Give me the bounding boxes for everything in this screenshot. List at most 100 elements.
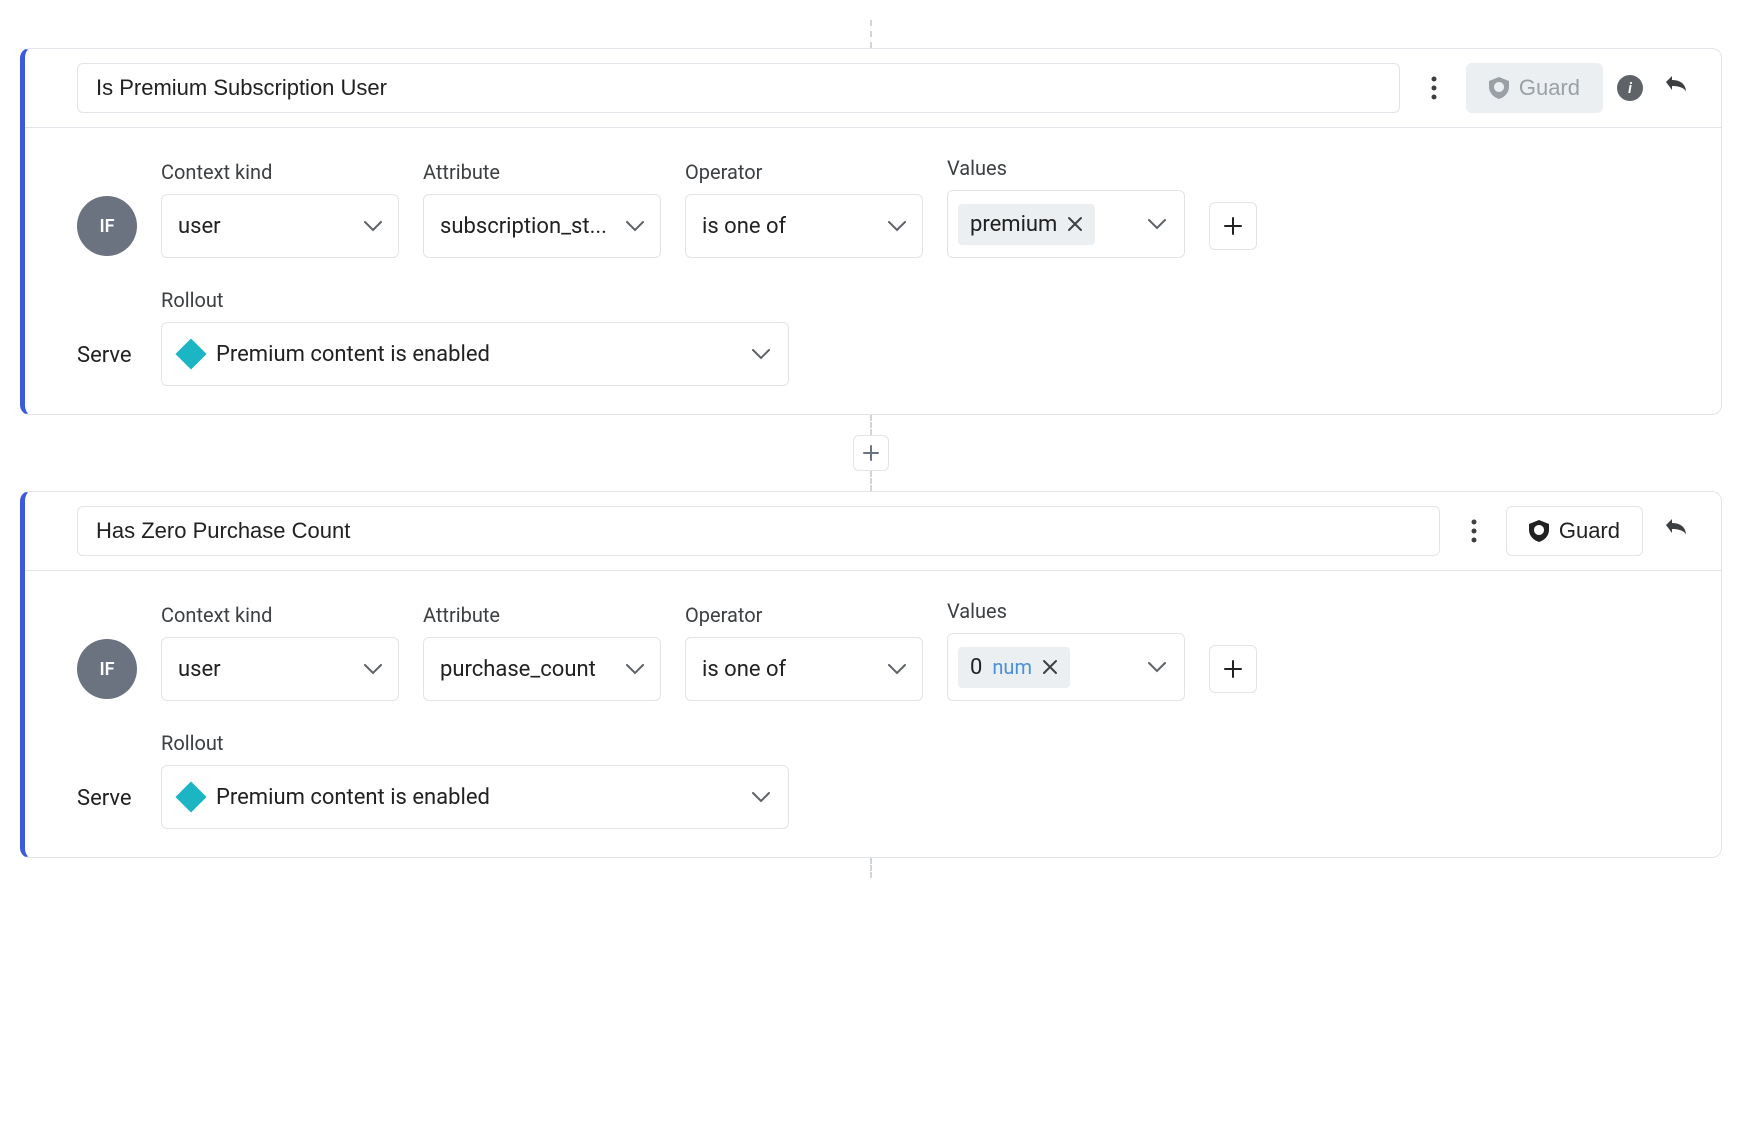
remove-value-button[interactable]: [1042, 659, 1058, 675]
serve-label: Serve: [77, 786, 137, 811]
context-kind-label: Context kind: [161, 160, 399, 184]
rule-body: IF Context kind user Attribute subscript…: [25, 128, 1721, 414]
attribute-label: Attribute: [423, 603, 661, 627]
attribute-select[interactable]: subscription_st...: [423, 194, 661, 258]
operator-select[interactable]: is one of: [685, 637, 923, 701]
chevron-down-icon: [626, 664, 644, 675]
operator-select[interactable]: is one of: [685, 194, 923, 258]
chevron-down-icon: [364, 664, 382, 675]
rule-card: Guard IF Context kind user Attribute: [20, 491, 1722, 858]
value-type-label: num: [992, 655, 1032, 679]
more-menu-button[interactable]: [1416, 70, 1452, 106]
chevron-down-icon: [888, 221, 906, 232]
rule-header: Guard: [25, 492, 1721, 571]
undo-button[interactable]: [1657, 70, 1693, 106]
attribute-value: purchase_count: [440, 657, 596, 682]
values-label: Values: [947, 599, 1185, 623]
value-chip-text: 0: [970, 655, 982, 680]
undo-icon: [1662, 519, 1688, 543]
undo-button[interactable]: [1657, 513, 1693, 549]
kebab-icon: [1471, 519, 1477, 543]
value-chip-text: premium: [970, 212, 1057, 237]
rollout-select[interactable]: Premium content is enabled: [161, 322, 789, 386]
context-kind-select[interactable]: user: [161, 194, 399, 258]
context-kind-field: Context kind user: [161, 603, 399, 701]
chevron-down-icon: [364, 221, 382, 232]
rollout-label: Rollout: [161, 731, 789, 755]
chevron-down-icon: [1148, 219, 1166, 230]
value-chip: 0 num: [958, 647, 1070, 688]
rule-title-input[interactable]: [77, 506, 1440, 556]
chevron-down-icon: [626, 221, 644, 232]
attribute-label: Attribute: [423, 160, 661, 184]
attribute-field: Attribute purchase_count: [423, 603, 661, 701]
context-kind-select[interactable]: user: [161, 637, 399, 701]
plus-icon: [1223, 216, 1243, 236]
clause-row: IF Context kind user Attribute purchase_…: [77, 599, 1681, 701]
add-rule-button[interactable]: [853, 435, 889, 471]
rule-body: IF Context kind user Attribute purchase_…: [25, 571, 1721, 857]
operator-value: is one of: [702, 657, 786, 682]
rule-header-actions: Guard: [1456, 506, 1693, 556]
shield-icon: [1529, 520, 1549, 542]
undo-icon: [1662, 76, 1688, 100]
connector-line: [870, 471, 872, 491]
connector-line: [870, 858, 872, 878]
operator-value: is one of: [702, 214, 786, 239]
close-icon: [1067, 216, 1083, 232]
context-kind-value: user: [178, 657, 221, 682]
if-badge: IF: [77, 639, 137, 699]
rule-header-actions: Guard i: [1416, 63, 1693, 113]
guard-label: Guard: [1559, 518, 1620, 544]
rollout-value: Premium content is enabled: [216, 342, 490, 367]
if-badge: IF: [77, 196, 137, 256]
rollout-value: Premium content is enabled: [216, 785, 490, 810]
values-label: Values: [947, 156, 1185, 180]
context-kind-value: user: [178, 214, 221, 239]
chevron-down-icon: [752, 792, 770, 803]
operator-field: Operator is one of: [685, 603, 923, 701]
context-kind-label: Context kind: [161, 603, 399, 627]
info-icon[interactable]: i: [1617, 75, 1643, 101]
add-clause-button[interactable]: [1209, 645, 1257, 693]
values-input[interactable]: premium: [947, 190, 1185, 258]
shield-icon: [1489, 77, 1509, 99]
chevron-down-icon: [888, 664, 906, 675]
variation-diamond-icon: [175, 781, 206, 812]
attribute-value: subscription_st...: [440, 214, 607, 239]
values-field: Values premium: [947, 156, 1185, 258]
rule-card: Guard i IF Context kind user Attribute: [20, 48, 1722, 415]
rollout-label: Rollout: [161, 288, 789, 312]
operator-field: Operator is one of: [685, 160, 923, 258]
guard-label: Guard: [1519, 75, 1580, 101]
kebab-icon: [1431, 76, 1437, 100]
serve-row: Serve Rollout Premium content is enabled: [77, 288, 1681, 386]
values-dropdown-toggle[interactable]: [1140, 662, 1174, 673]
more-menu-button[interactable]: [1456, 513, 1492, 549]
value-chip: premium: [958, 204, 1095, 245]
add-rule-between: [20, 435, 1722, 471]
rule-header: Guard i: [25, 49, 1721, 128]
chevron-down-icon: [752, 349, 770, 360]
attribute-field: Attribute subscription_st...: [423, 160, 661, 258]
add-clause-button[interactable]: [1209, 202, 1257, 250]
serve-label: Serve: [77, 343, 137, 368]
rule-title-input[interactable]: [77, 63, 1400, 113]
guard-button[interactable]: Guard: [1506, 506, 1643, 556]
close-icon: [1042, 659, 1058, 675]
operator-label: Operator: [685, 603, 923, 627]
remove-value-button[interactable]: [1067, 216, 1083, 232]
rollout-field: Rollout Premium content is enabled: [161, 288, 789, 386]
rollout-select[interactable]: Premium content is enabled: [161, 765, 789, 829]
plus-icon: [862, 444, 880, 462]
rollout-field: Rollout Premium content is enabled: [161, 731, 789, 829]
values-dropdown-toggle[interactable]: [1140, 219, 1174, 230]
values-input[interactable]: 0 num: [947, 633, 1185, 701]
guard-button[interactable]: Guard: [1466, 63, 1603, 113]
chevron-down-icon: [1148, 662, 1166, 673]
plus-icon: [1223, 659, 1243, 679]
serve-row: Serve Rollout Premium content is enabled: [77, 731, 1681, 829]
connector-line: [870, 415, 872, 435]
attribute-select[interactable]: purchase_count: [423, 637, 661, 701]
clause-row: IF Context kind user Attribute subscript…: [77, 156, 1681, 258]
